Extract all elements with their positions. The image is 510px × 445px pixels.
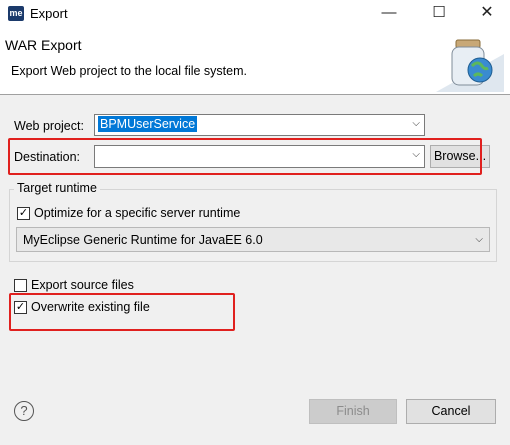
- target-runtime-title: Target runtime: [14, 181, 100, 195]
- wizard-description: Export Web project to the local file sys…: [11, 64, 247, 78]
- close-button[interactable]: ✕: [464, 0, 510, 28]
- destination-highlight-box: [8, 138, 482, 175]
- help-icon[interactable]: ?: [14, 401, 34, 421]
- chevron-down-icon: ⌵: [475, 234, 483, 245]
- maximize-button[interactable]: ☐: [416, 0, 462, 28]
- title-bar: me Export — ☐ ✕: [0, 0, 510, 28]
- wizard-header: WAR Export Export Web project to the loc…: [0, 28, 510, 94]
- web-project-label: Web project:: [14, 119, 84, 133]
- optimize-label: Optimize for a specific server runtime: [34, 206, 241, 220]
- overwrite-highlight-box: [9, 293, 235, 331]
- web-project-combo[interactable]: BPMUserService ⌵: [94, 114, 425, 136]
- minimize-button[interactable]: —: [366, 0, 412, 28]
- export-source-label: Export source files: [31, 278, 134, 292]
- finish-button[interactable]: Finish: [309, 399, 397, 424]
- optimize-checkbox[interactable]: ✓: [17, 207, 30, 220]
- wizard-title: WAR Export: [5, 37, 82, 53]
- chevron-down-icon: ⌵: [412, 118, 420, 129]
- window-title: Export: [30, 6, 68, 21]
- runtime-value: MyEclipse Generic Runtime for JavaEE 6.0: [23, 233, 263, 247]
- runtime-select[interactable]: MyEclipse Generic Runtime for JavaEE 6.0…: [16, 227, 490, 252]
- web-project-value: BPMUserService: [98, 116, 198, 132]
- export-source-checkbox[interactable]: [14, 279, 27, 292]
- myeclipse-app-icon: me: [8, 6, 24, 21]
- cancel-button[interactable]: Cancel: [406, 399, 496, 424]
- war-jar-globe-icon: [436, 39, 504, 92]
